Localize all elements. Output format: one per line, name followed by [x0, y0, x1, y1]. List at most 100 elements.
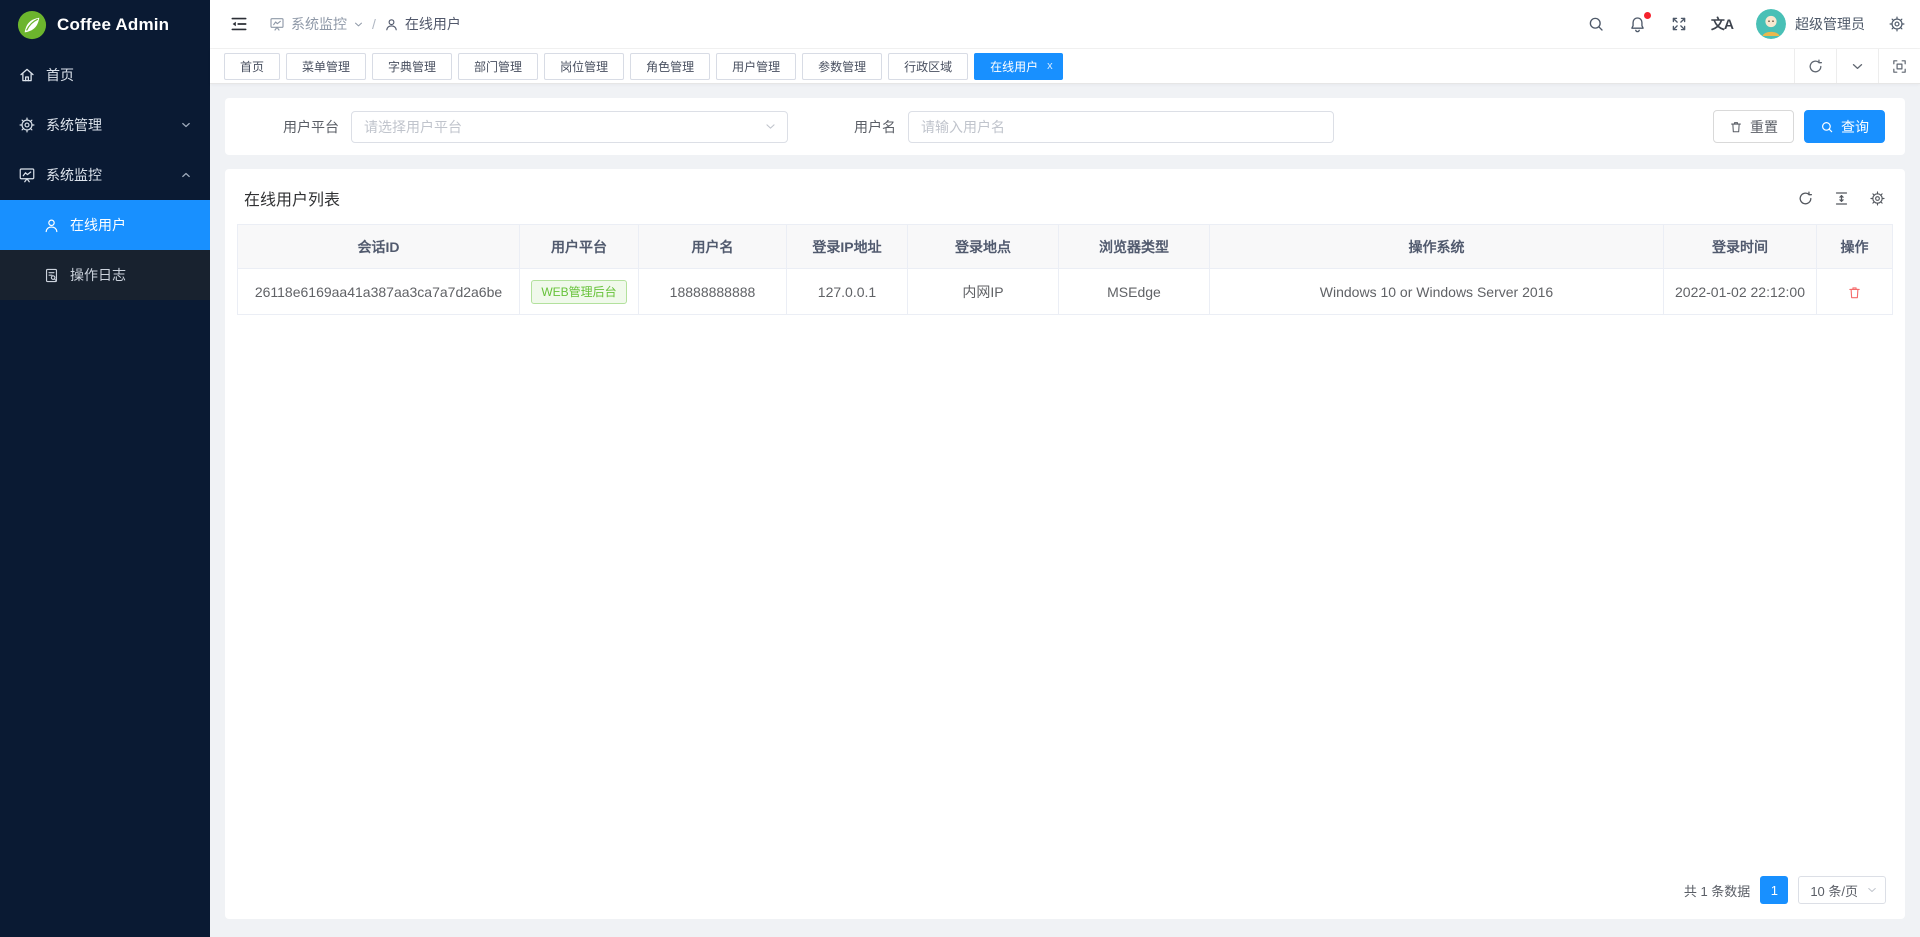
user-icon [43, 217, 60, 234]
notification-bell-icon[interactable] [1628, 15, 1647, 34]
chevron-down-icon [1866, 884, 1878, 896]
fullscreen-icon[interactable] [1670, 15, 1688, 33]
breadcrumb-item-system-monitor[interactable]: 系统监控 [269, 14, 364, 34]
sidebar-collapse-button[interactable] [225, 10, 253, 38]
refresh-tab-icon[interactable] [1794, 49, 1836, 83]
tab-actions-chevron-icon[interactable] [1836, 49, 1878, 83]
table-density-icon[interactable] [1833, 190, 1850, 207]
leaf-logo-icon [17, 10, 47, 40]
tab-item-7[interactable]: 参数管理 [802, 53, 882, 80]
cell-browser: MSEdge [1059, 269, 1210, 315]
card-title: 在线用户列表 [244, 186, 340, 210]
online-users-card: 在线用户列表 [225, 169, 1905, 919]
column-settings-gear-icon[interactable] [1869, 190, 1886, 207]
col-login-location: 登录地点 [908, 225, 1059, 269]
sidebar-item-label: 系统监控 [46, 165, 102, 185]
chevron-up-icon [180, 169, 192, 181]
col-session-id: 会话ID [238, 225, 520, 269]
search-button[interactable]: 查询 [1804, 110, 1885, 143]
chevron-down-icon [764, 120, 777, 133]
user-icon [384, 17, 399, 32]
col-platform: 用户平台 [520, 225, 639, 269]
user-menu[interactable]: 超级管理员 [1756, 9, 1865, 39]
cell-actions [1817, 269, 1893, 315]
card-header: 在线用户列表 [225, 169, 1905, 224]
tab-item-6[interactable]: 用户管理 [716, 53, 796, 80]
sidebar-item-operation-logs[interactable]: 操作日志 [0, 250, 210, 300]
tab-item-4[interactable]: 岗位管理 [544, 53, 624, 80]
monitor-icon [269, 16, 285, 32]
chevron-down-icon [180, 119, 192, 131]
breadcrumb-separator: / [372, 16, 376, 32]
pagination-total: 共 1 条数据 [1684, 881, 1750, 900]
page-content: 用户平台 请选择用户平台 用户名 [210, 84, 1920, 937]
card-tools [1797, 190, 1886, 207]
monitor-icon [18, 166, 36, 184]
breadcrumb-item-online-users: 在线用户 [384, 14, 461, 34]
col-actions: 操作 [1817, 225, 1893, 269]
reset-button[interactable]: 重置 [1713, 110, 1794, 143]
tab-item-8[interactable]: 行政区域 [888, 53, 968, 80]
table-row[interactable]: 26118e6169aa41a387aa3ca7a7d2a6be WEB管理后台… [238, 269, 1893, 315]
table-header-row: 会话ID 用户平台 用户名 登录IP地址 登录地点 浏览器类型 操作系统 登录时… [238, 225, 1893, 269]
pagination: 共 1 条数据 1 10 条/页 [225, 876, 1905, 919]
col-login-time: 登录时间 [1664, 225, 1817, 269]
sidebar-item-label: 系统管理 [46, 115, 102, 135]
search-button-label: 查询 [1841, 117, 1869, 137]
tab-item-3[interactable]: 部门管理 [458, 53, 538, 80]
col-browser: 浏览器类型 [1059, 225, 1210, 269]
online-users-table: 会话ID 用户平台 用户名 登录IP地址 登录地点 浏览器类型 操作系统 登录时… [225, 224, 1905, 315]
tab-label: 在线用户 [990, 58, 1038, 75]
tab-item-0[interactable]: 首页 [224, 53, 280, 80]
cell-login-location: 内网IP [908, 269, 1059, 315]
cell-session-id: 26118e6169aa41a387aa3ca7a7d2a6be [238, 269, 520, 315]
tab-item-1[interactable]: 菜单管理 [286, 53, 366, 80]
tab-item-2[interactable]: 字典管理 [372, 53, 452, 80]
col-login-ip: 登录IP地址 [787, 225, 908, 269]
cell-login-time: 2022-01-02 22:12:00 [1664, 269, 1817, 315]
tab-tools [1794, 49, 1920, 83]
maximize-content-icon[interactable] [1878, 49, 1920, 83]
settings-gear-icon[interactable] [1888, 15, 1906, 33]
breadcrumb-label: 在线用户 [405, 14, 461, 34]
username-label: 用户名 [854, 117, 896, 137]
topbar-actions: 文A 超级管理员 [1587, 9, 1906, 39]
refresh-table-icon[interactable] [1797, 190, 1814, 207]
translate-icon[interactable]: 文A [1711, 14, 1733, 34]
platform-tag: WEB管理后台 [531, 280, 626, 304]
log-icon [43, 267, 60, 284]
open-tabs: 首页 菜单管理 字典管理 部门管理 岗位管理 角色管理 用户管理 参数管理 行政… [210, 49, 1794, 83]
pagination-page-1[interactable]: 1 [1760, 876, 1788, 904]
app-root: Coffee Admin 首页 系统管理 [0, 0, 1920, 937]
notification-dot [1644, 12, 1651, 19]
username-input[interactable] [908, 111, 1334, 143]
reset-button-label: 重置 [1750, 117, 1778, 137]
tab-item-5[interactable]: 角色管理 [630, 53, 710, 80]
home-icon [18, 66, 36, 84]
tabbar: 首页 菜单管理 字典管理 部门管理 岗位管理 角色管理 用户管理 参数管理 行政… [210, 49, 1920, 84]
breadcrumb-label: 系统监控 [291, 14, 347, 34]
platform-label: 用户平台 [283, 117, 339, 137]
app-title: Coffee Admin [57, 15, 169, 35]
tab-close-icon[interactable]: x [1047, 61, 1053, 72]
filter-actions: 重置 查询 [1713, 110, 1885, 143]
search-icon[interactable] [1587, 15, 1605, 33]
delete-session-button[interactable] [1847, 285, 1862, 300]
sidebar-item-system-monitor[interactable]: 系统监控 [0, 150, 210, 200]
platform-select[interactable]: 请选择用户平台 [351, 111, 788, 143]
sidebar-item-online-users[interactable]: 在线用户 [0, 200, 210, 250]
cell-login-ip: 127.0.0.1 [787, 269, 908, 315]
user-name: 超级管理员 [1795, 14, 1865, 34]
sidebar-item-home[interactable]: 首页 [0, 50, 210, 100]
cell-os: Windows 10 or Windows Server 2016 [1210, 269, 1664, 315]
gear-icon [18, 116, 36, 134]
col-os: 操作系统 [1210, 225, 1664, 269]
sidebar-item-label: 在线用户 [70, 215, 126, 235]
sidebar-item-system-management[interactable]: 系统管理 [0, 100, 210, 150]
sidebar-item-label: 操作日志 [70, 265, 126, 285]
tab-item-9-active[interactable]: 在线用户 x [974, 53, 1063, 80]
avatar [1756, 9, 1786, 39]
page-size-select[interactable]: 10 条/页 [1798, 876, 1886, 904]
app-logo[interactable]: Coffee Admin [0, 0, 210, 50]
filter-bar: 用户平台 请选择用户平台 用户名 [225, 98, 1905, 155]
